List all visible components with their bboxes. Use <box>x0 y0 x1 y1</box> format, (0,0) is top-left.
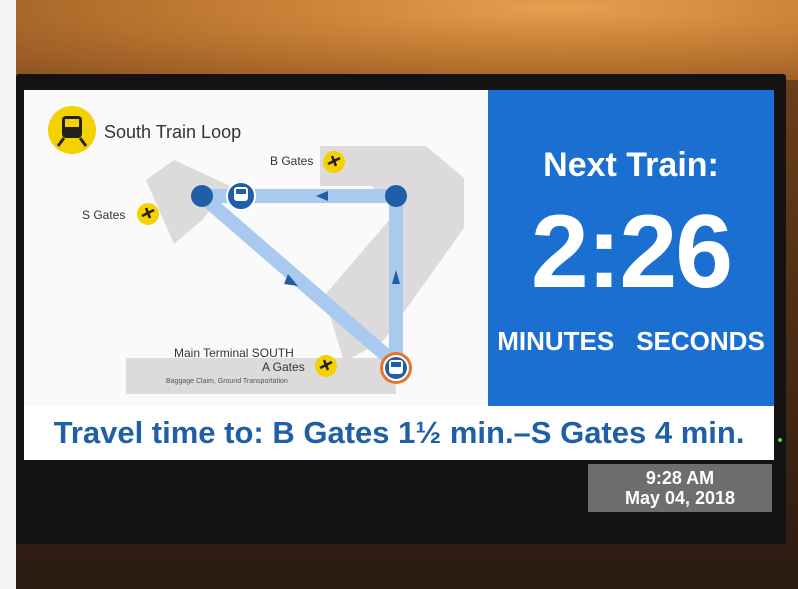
clock-box: 9:28 AM May 04, 2018 <box>588 464 772 512</box>
clock-date: May 04, 2018 <box>624 488 736 508</box>
left-edge <box>0 0 16 589</box>
a-gates-sublabel: Baggage Claim, Ground Transportation <box>166 378 288 385</box>
station-node <box>191 185 213 207</box>
map-title: South Train Loop <box>104 122 242 142</box>
main-terminal-building <box>126 358 396 394</box>
next-train-title: Next Train: <box>543 146 719 184</box>
train-icon <box>226 181 256 211</box>
next-train-panel: Next Train: 2:26 MINUTES SECONDS <box>488 90 774 406</box>
airplane-icon <box>315 355 337 377</box>
station-node <box>385 185 407 207</box>
train-icon <box>48 106 96 154</box>
wall-background <box>0 0 798 80</box>
s-gates-label: S Gates <box>82 208 126 222</box>
countdown-value: 2:26 <box>530 194 733 310</box>
countdown-units: MINUTES SECONDS <box>488 326 774 357</box>
main-terminal-label: Main Terminal SOUTH <box>174 346 294 360</box>
seconds-label: SECONDS <box>636 326 765 356</box>
train-map: South Train Loop B Gates S Gates Main Te… <box>24 90 488 406</box>
a-gates-label: A Gates <box>262 360 305 374</box>
train-icon <box>380 352 412 384</box>
travel-time-banner: Travel time to: B Gates 1½ min.–S Gates … <box>24 406 774 460</box>
b-gates-label: B Gates <box>270 154 314 168</box>
display-screen: South Train Loop B Gates S Gates Main Te… <box>24 90 774 460</box>
airplane-icon <box>323 151 345 173</box>
minutes-label: MINUTES <box>497 326 615 356</box>
clock-time: 9:28 AM <box>645 468 715 488</box>
airplane-icon <box>137 203 159 225</box>
power-led <box>778 438 782 442</box>
